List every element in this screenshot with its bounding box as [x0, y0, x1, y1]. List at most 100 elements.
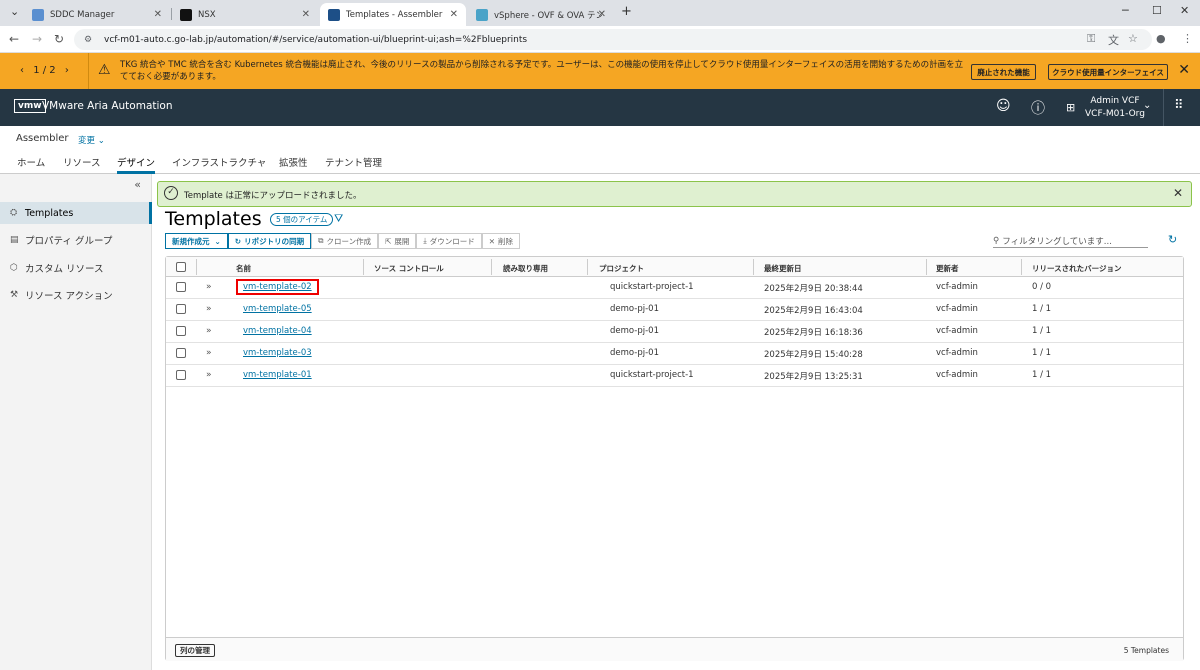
template-link[interactable]: vm-template-04 — [243, 326, 312, 336]
browser-tab-nsx[interactable]: NSX ✕ — [172, 3, 318, 26]
clone-icon: ⧉ — [318, 236, 324, 245]
template-link[interactable]: vm-template-03 — [243, 348, 312, 358]
app-launcher-grid-icon[interactable]: ⠿ — [1174, 98, 1184, 113]
tab-infrastructure[interactable]: インフラストラクチャ — [172, 155, 266, 174]
tab-design[interactable]: デザイン — [117, 155, 156, 174]
translate-icon[interactable]: 文 — [1108, 32, 1119, 48]
expand-row-icon[interactable]: » — [206, 370, 212, 380]
sidebar-item-custom-resources[interactable]: ⬡ カスタム リソース — [0, 257, 152, 279]
filter-search-input[interactable]: ⚲ フィルタリングしています... — [993, 234, 1148, 248]
deprecated-features-button[interactable]: 廃止された機能 — [971, 64, 1036, 80]
browser-tab-vsphere[interactable]: vSphere - OVF & OVA テンプレー ✕ — [468, 3, 614, 26]
vsphere-favicon-icon — [476, 8, 488, 21]
download-icon: ⤓ — [423, 236, 427, 245]
reload-icon[interactable]: ↻ — [54, 32, 64, 46]
sync-repository-button[interactable]: ↻ リポジトリの同期 — [227, 233, 312, 249]
window-close-icon[interactable]: ✕ — [1180, 4, 1189, 17]
close-tab-icon[interactable]: ✕ — [154, 9, 162, 20]
grid-footer: 列の管理 5 Templates — [166, 637, 1183, 661]
tab-search-icon[interactable]: ⌄ — [10, 5, 19, 18]
chevron-down-icon[interactable]: ⌄ — [1143, 100, 1151, 111]
refresh-icon[interactable]: ↻ — [1168, 233, 1177, 246]
new-from-button[interactable]: 新規作成元 ⌄ — [165, 233, 228, 249]
sidebar-item-templates[interactable]: ⛭ Templates — [0, 202, 152, 224]
manage-columns-button[interactable]: 列の管理 — [175, 644, 215, 657]
row-checkbox[interactable] — [176, 326, 186, 336]
template-link[interactable]: vm-template-02 — [236, 279, 319, 295]
property-group-icon: ▤ — [10, 235, 19, 245]
site-info-icon[interactable]: ⚙ — [84, 35, 96, 45]
help-icon[interactable]: ⓘ — [1031, 98, 1045, 118]
alert-close-icon[interactable]: ✕ — [1173, 186, 1183, 200]
minimize-icon[interactable]: ─ — [1122, 4, 1129, 17]
feedback-smiley-icon[interactable]: ☺ — [996, 98, 1011, 114]
col-source-control[interactable]: ソース コントロール — [374, 263, 444, 274]
user-name: Admin VCF — [1090, 96, 1140, 106]
url-field[interactable]: ⚙ vcf-m01-auto.c.go-lab.jp/automation/#/… — [74, 29, 1152, 50]
sidebar-item-property-groups[interactable]: ▤ プロパティ グループ — [0, 229, 152, 251]
app-header: vmw VMware Aria Automation ☺ ⓘ ⊞ Admin V… — [0, 89, 1200, 126]
close-tab-icon[interactable]: ✕ — [450, 9, 458, 20]
user-menu[interactable]: Admin VCF VCF-M01-Org — [1085, 95, 1145, 121]
table-row[interactable]: » vm-template-02 quickstart-project-1 20… — [166, 277, 1183, 299]
col-last-updated[interactable]: 最終更新日 — [764, 263, 802, 274]
forward-icon[interactable]: → — [32, 32, 42, 46]
download-button[interactable]: ⤓ ダウンロード — [416, 233, 482, 249]
col-updated-by[interactable]: 更新者 — [936, 263, 959, 274]
next-icon[interactable]: › — [65, 65, 69, 76]
bookmark-star-icon[interactable]: ☆ — [1128, 32, 1138, 45]
tab-tenant-management[interactable]: テナント管理 — [325, 155, 382, 174]
expand-row-icon[interactable]: » — [206, 348, 212, 358]
action-toolbar: 新規作成元 ⌄ ↻ リポジトリの同期 ⧉ クローン作成 ⇱ 展開 ⤓ ダウンロード ✕ 削除 — [165, 233, 520, 249]
expand-row-icon[interactable]: » — [206, 304, 212, 314]
browser-tab-strip: ⌄ SDDC Manager ✕ NSX ✕ Templates - Assem… — [0, 0, 1200, 26]
clone-button[interactable]: ⧉ クローン作成 — [311, 233, 379, 249]
table-row[interactable]: » vm-template-01 quickstart-project-1 20… — [166, 365, 1183, 387]
table-row[interactable]: » vm-template-04 demo-pj-01 2025年2月9日 16… — [166, 321, 1183, 343]
change-service-link[interactable]: 変更 ⌄ — [78, 134, 105, 146]
back-icon[interactable]: ← — [9, 32, 19, 46]
table-row[interactable]: » vm-template-05 demo-pj-01 2025年2月9日 16… — [166, 299, 1183, 321]
col-read-only[interactable]: 読み取り専用 — [503, 263, 548, 274]
deploy-icon: ⇱ — [385, 236, 392, 246]
org-icon: ⊞ — [1066, 101, 1076, 114]
sidebar-item-resource-actions[interactable]: ⚒ リソース アクション — [0, 284, 152, 306]
col-name[interactable]: 名前 — [236, 263, 251, 274]
tab-home[interactable]: ホーム — [17, 155, 45, 174]
filter-icon[interactable]: ⛛ — [334, 212, 343, 226]
expand-row-icon[interactable]: » — [206, 282, 212, 292]
row-checkbox[interactable] — [176, 370, 186, 380]
deploy-button[interactable]: ⇱ 展開 — [378, 233, 417, 249]
password-key-icon[interactable]: ⚿ — [1087, 32, 1095, 46]
delete-button[interactable]: ✕ 削除 — [481, 233, 520, 249]
close-tab-icon[interactable]: ✕ — [302, 9, 310, 20]
browser-tab-sddc[interactable]: SDDC Manager ✕ — [24, 3, 170, 26]
template-link[interactable]: vm-template-01 — [243, 370, 312, 380]
main-tabs: ホーム リソース デザイン インフラストラクチャ 拡張性 テナント管理 — [0, 150, 1200, 174]
row-checkbox[interactable] — [176, 348, 186, 358]
collapse-sidebar-icon[interactable]: « — [134, 178, 141, 191]
profile-icon[interactable]: ● — [1156, 32, 1166, 45]
tab-resources[interactable]: リソース — [63, 155, 101, 174]
sync-icon: ↻ — [234, 236, 242, 246]
maximize-icon[interactable]: ☐ — [1152, 4, 1162, 17]
close-tab-icon[interactable]: ✕ — [598, 9, 606, 20]
cloud-consumption-interface-button[interactable]: クラウド使用量インターフェイス — [1048, 64, 1168, 80]
expand-row-icon[interactable]: » — [206, 326, 212, 336]
browser-menu-icon[interactable]: ⋮ — [1182, 32, 1193, 45]
select-all-checkbox[interactable] — [176, 262, 186, 272]
banner-close-icon[interactable]: ✕ — [1178, 62, 1190, 78]
row-checkbox[interactable] — [176, 304, 186, 314]
col-released-versions[interactable]: リリースされたバージョン — [1032, 263, 1121, 274]
table-row[interactable]: » vm-template-03 demo-pj-01 2025年2月9日 15… — [166, 343, 1183, 365]
sidebar: « ⛭ Templates ▤ プロパティ グループ ⬡ カスタム リソース ⚒… — [0, 174, 152, 670]
new-tab-button[interactable]: + — [621, 4, 632, 19]
row-checkbox[interactable] — [176, 282, 186, 292]
col-project[interactable]: プロジェクト — [599, 263, 644, 274]
browser-tab-templates[interactable]: Templates - Assembler ✕ — [320, 3, 466, 26]
vmware-logo: vmw — [14, 99, 46, 113]
templates-grid: 名前 ソース コントロール 読み取り専用 プロジェクト 最終更新日 更新者 リリ… — [165, 256, 1184, 661]
tab-extensibility[interactable]: 拡張性 — [279, 155, 308, 174]
template-link[interactable]: vm-template-05 — [243, 304, 312, 314]
prev-icon[interactable]: ‹ — [20, 65, 24, 76]
